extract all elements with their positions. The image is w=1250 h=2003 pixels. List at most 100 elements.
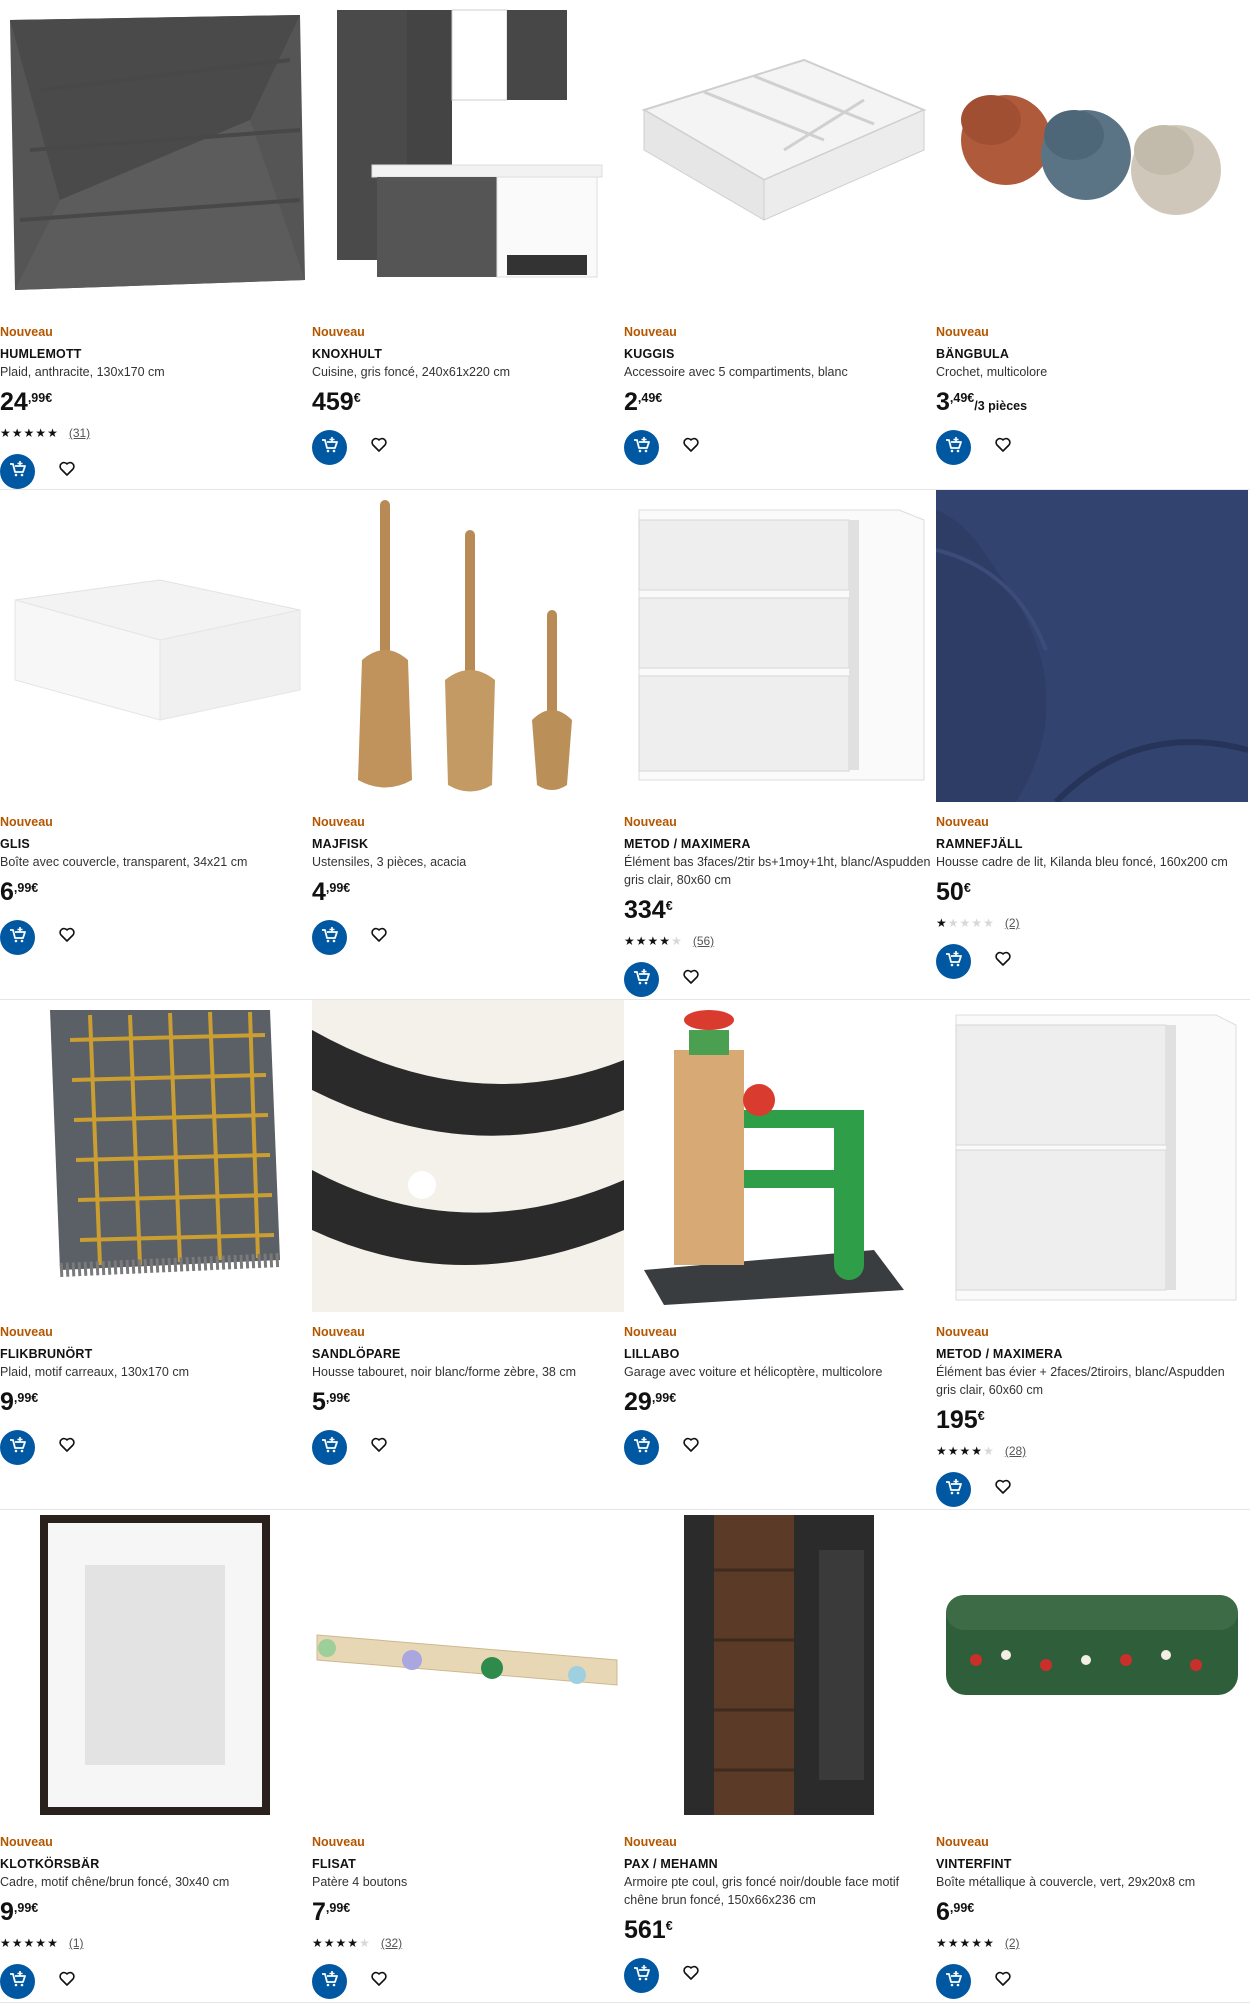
toy-garage-image[interactable] <box>624 1000 936 1312</box>
add-to-cart-button[interactable] <box>0 1429 35 1465</box>
product-description[interactable]: Boîte avec couvercle, transparent, 34x21… <box>0 853 312 871</box>
product-name[interactable]: LILLABO <box>624 1346 936 1362</box>
product-card[interactable]: Nouveau GLIS Boîte avec couvercle, trans… <box>0 490 312 1000</box>
hooks-image[interactable] <box>936 0 1248 312</box>
add-to-cart-button[interactable] <box>312 1429 347 1465</box>
favourite-button[interactable] <box>991 1477 1015 1501</box>
favourite-button[interactable] <box>55 1435 79 1459</box>
review-count[interactable]: (2) <box>1005 916 1020 930</box>
favourite-button[interactable] <box>55 459 79 483</box>
favourite-button[interactable] <box>991 949 1015 973</box>
favourite-button[interactable] <box>55 925 79 949</box>
product-card[interactable]: Nouveau PAX / MEHAMN Armoire pte coul, g… <box>624 1510 936 2003</box>
product-description[interactable]: Armoire pte coul, gris foncé noir/double… <box>624 1873 936 1909</box>
product-description[interactable]: Cadre, motif chêne/brun foncé, 30x40 cm <box>0 1873 312 1891</box>
add-to-cart-button[interactable] <box>0 1963 35 1999</box>
favourite-button[interactable] <box>991 1969 1015 1993</box>
review-count[interactable]: (32) <box>381 1936 402 1950</box>
product-name[interactable]: HUMLEMOTT <box>0 346 312 362</box>
kitchen-image[interactable] <box>312 0 624 312</box>
product-card[interactable]: Nouveau KLOTKÖRSBÄR Cadre, motif chêne/b… <box>0 1510 312 2003</box>
product-card[interactable]: Nouveau KNOXHULT Cuisine, gris foncé, 24… <box>312 0 624 490</box>
product-card[interactable]: Nouveau LILLABO Garage avec voiture et h… <box>624 1000 936 1510</box>
product-card[interactable]: Nouveau MAJFISK Ustensiles, 3 pièces, ac… <box>312 490 624 1000</box>
utensils-image[interactable] <box>312 490 624 802</box>
rating[interactable]: ★★★★★ (56) <box>624 933 936 949</box>
favourite-button[interactable] <box>367 1435 391 1459</box>
product-description[interactable]: Housse cadre de lit, Kilanda bleu foncé,… <box>936 853 1248 871</box>
product-name[interactable]: BÄNGBULA <box>936 346 1248 362</box>
favourite-button[interactable] <box>679 435 703 459</box>
picture-frame-image[interactable] <box>0 1510 312 1822</box>
product-description[interactable]: Élément bas 3faces/2tir bs+1moy+1ht, bla… <box>624 853 936 889</box>
rating[interactable]: ★★★★★ (31) <box>0 425 312 441</box>
product-name[interactable]: MAJFISK <box>312 836 624 852</box>
product-name[interactable]: METOD / MAXIMERA <box>624 836 936 852</box>
add-to-cart-button[interactable] <box>624 961 659 997</box>
add-to-cart-button[interactable] <box>624 429 659 465</box>
add-to-cart-button[interactable] <box>936 429 971 465</box>
favourite-button[interactable] <box>679 1435 703 1459</box>
wardrobe-image[interactable] <box>624 1510 936 1822</box>
throw-blanket-image[interactable] <box>0 0 312 312</box>
drawer-organizer-image[interactable] <box>624 0 936 312</box>
cabinet-drawers-image[interactable] <box>624 490 936 802</box>
favourite-button[interactable] <box>679 967 703 991</box>
review-count[interactable]: (28) <box>1005 1444 1026 1458</box>
rating[interactable]: ★★★★★ (2) <box>936 1935 1248 1951</box>
product-description[interactable]: Boîte métallique à couvercle, vert, 29x2… <box>936 1873 1248 1891</box>
product-card[interactable]: Nouveau METOD / MAXIMERA Élément bas évi… <box>936 1000 1248 1510</box>
rating[interactable]: ★★★★★ (2) <box>936 915 1248 931</box>
add-to-cart-button[interactable] <box>312 429 347 465</box>
favourite-button[interactable] <box>991 435 1015 459</box>
add-to-cart-button[interactable] <box>624 1957 659 1993</box>
product-card[interactable]: Nouveau HUMLEMOTT Plaid, anthracite, 130… <box>0 0 312 490</box>
add-to-cart-button[interactable] <box>312 1963 347 1999</box>
product-name[interactable]: KUGGIS <box>624 346 936 362</box>
rating[interactable]: ★★★★★ (1) <box>0 1935 312 1951</box>
product-name[interactable]: FLISAT <box>312 1856 624 1872</box>
rating[interactable]: ★★★★★ (32) <box>312 1935 624 1951</box>
product-description[interactable]: Plaid, anthracite, 130x170 cm <box>0 363 312 381</box>
add-to-cart-button[interactable] <box>624 1429 659 1465</box>
tin-box-image[interactable] <box>936 1510 1248 1822</box>
rating[interactable]: ★★★★★ (28) <box>936 1443 1248 1459</box>
product-card[interactable]: Nouveau SANDLÖPARE Housse tabouret, noir… <box>312 1000 624 1510</box>
product-description[interactable]: Patère 4 boutons <box>312 1873 624 1891</box>
favourite-button[interactable] <box>367 925 391 949</box>
product-description[interactable]: Plaid, motif carreaux, 130x170 cm <box>0 1363 312 1381</box>
product-description[interactable]: Élément bas évier + 2faces/2tiroirs, bla… <box>936 1363 1248 1399</box>
product-description[interactable]: Housse tabouret, noir blanc/forme zèbre,… <box>312 1363 624 1381</box>
add-to-cart-button[interactable] <box>0 453 35 489</box>
checked-throw-image[interactable] <box>0 1000 312 1312</box>
product-name[interactable]: PAX / MEHAMN <box>624 1856 936 1872</box>
product-name[interactable]: GLIS <box>0 836 312 852</box>
review-count[interactable]: (1) <box>69 1936 84 1950</box>
product-name[interactable]: METOD / MAXIMERA <box>936 1346 1248 1362</box>
favourite-button[interactable] <box>55 1969 79 1993</box>
product-card[interactable]: Nouveau METOD / MAXIMERA Élément bas 3fa… <box>624 490 936 1000</box>
review-count[interactable]: (56) <box>693 934 714 948</box>
product-name[interactable]: SANDLÖPARE <box>312 1346 624 1362</box>
favourite-button[interactable] <box>367 435 391 459</box>
coat-rack-image[interactable] <box>312 1510 624 1822</box>
product-description[interactable]: Garage avec voiture et hélicoptère, mult… <box>624 1363 936 1381</box>
review-count[interactable]: (2) <box>1005 1936 1020 1950</box>
product-description[interactable]: Ustensiles, 3 pièces, acacia <box>312 853 624 871</box>
add-to-cart-button[interactable] <box>936 1471 971 1507</box>
product-card[interactable]: Nouveau RAMNEFJÄLL Housse cadre de lit, … <box>936 490 1248 1000</box>
add-to-cart-button[interactable] <box>312 919 347 955</box>
add-to-cart-button[interactable] <box>936 1963 971 1999</box>
storage-box-image[interactable] <box>0 490 312 802</box>
review-count[interactable]: (31) <box>69 426 90 440</box>
bed-cover-image[interactable] <box>936 490 1248 802</box>
product-name[interactable]: KNOXHULT <box>312 346 624 362</box>
stool-cover-image[interactable] <box>312 1000 624 1312</box>
product-card[interactable]: Nouveau FLISAT Patère 4 boutons 7,99€ ★★… <box>312 1510 624 2003</box>
add-to-cart-button[interactable] <box>0 919 35 955</box>
product-card[interactable]: Nouveau BÄNGBULA Crochet, multicolore 3,… <box>936 0 1248 490</box>
product-name[interactable]: FLIKBRUNÖRT <box>0 1346 312 1362</box>
product-card[interactable]: Nouveau KUGGIS Accessoire avec 5 compart… <box>624 0 936 490</box>
favourite-button[interactable] <box>367 1969 391 1993</box>
product-description[interactable]: Cuisine, gris foncé, 240x61x220 cm <box>312 363 624 381</box>
